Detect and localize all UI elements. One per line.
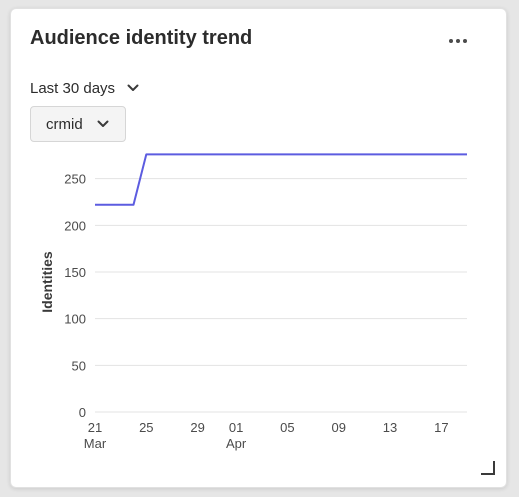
y-tick-label: 150 [64, 265, 86, 280]
y-tick-label: 0 [79, 405, 86, 420]
resize-corner-icon [481, 461, 495, 475]
x-tick-sublabel: Mar [84, 436, 107, 451]
x-tick-label: 13 [383, 420, 397, 435]
x-tick-label: 21 [88, 420, 102, 435]
x-tick-label: 01 [229, 420, 243, 435]
y-tick-label: 250 [64, 172, 86, 187]
x-tick-label: 09 [331, 420, 345, 435]
x-tick-label: 17 [434, 420, 448, 435]
x-tick-label: 29 [190, 420, 204, 435]
y-tick-label: 100 [64, 312, 86, 327]
audience-identity-trend-card: Audience identity trend Last 30 days crm… [10, 8, 507, 488]
series-line [95, 153, 467, 206]
x-tick-label: 25 [139, 420, 153, 435]
y-axis-label: Identities [39, 251, 55, 313]
resize-handle[interactable] [480, 460, 496, 476]
x-tick-label: 05 [280, 420, 294, 435]
y-tick-label: 50 [72, 358, 86, 373]
y-tick-label: 200 [64, 218, 86, 233]
identity-trend-chart: 050100150200250Identities21Mar25 29 01Apr0… [39, 153, 467, 451]
x-tick-sublabel: Apr [226, 436, 247, 451]
